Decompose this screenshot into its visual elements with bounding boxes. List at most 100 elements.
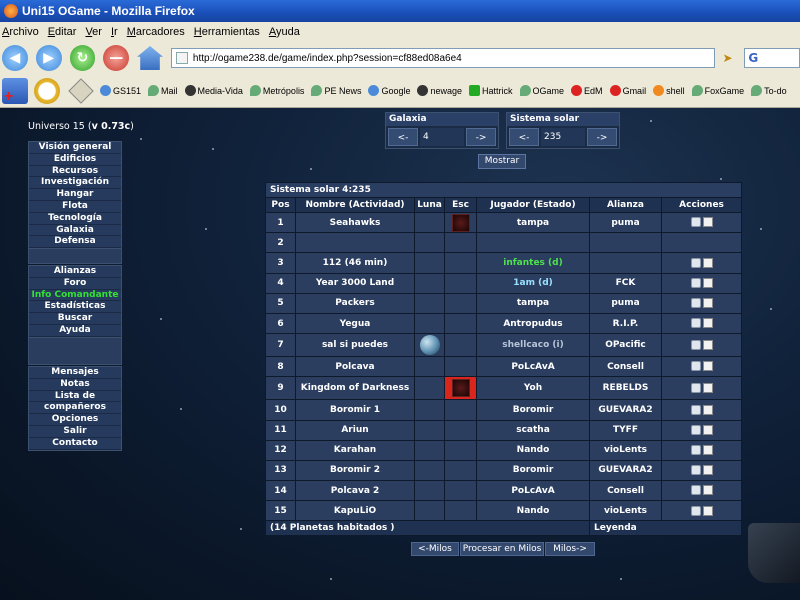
menu-item[interactable]: Ayuda (29, 324, 121, 337)
alliance-cell[interactable]: GUEVARA2 (589, 399, 662, 421)
bookmark-item[interactable]: FoxGame (691, 85, 744, 96)
bookmark-item[interactable]: GS151 (100, 85, 141, 96)
add-bookmark-icon[interactable] (2, 77, 28, 106)
send-message-icon[interactable] (690, 318, 701, 329)
buddy-request-icon[interactable] (702, 318, 713, 329)
player-cell[interactable]: tampa (476, 211, 590, 234)
planet-name-cell[interactable]: Polcava 2 (295, 480, 415, 502)
bookmark-item[interactable]: PE News (311, 85, 361, 96)
moon-icon[interactable] (419, 335, 440, 356)
bookmark-item[interactable]: Gmail (609, 85, 646, 96)
menu-item[interactable]: Recursos (29, 165, 121, 178)
alarm-clock-icon[interactable] (34, 77, 60, 104)
buddy-request-icon[interactable] (702, 465, 713, 476)
alliance-cell[interactable]: FCK (589, 272, 662, 294)
bookmark-item[interactable]: To-do (751, 85, 787, 96)
menu-editar[interactable]: Editar (48, 26, 77, 38)
buddy-request-icon[interactable] (702, 277, 713, 288)
menu-item[interactable]: Flota (29, 200, 121, 213)
menu-item[interactable]: Lista de (29, 390, 121, 403)
planet-name-cell[interactable]: Packers (295, 292, 415, 314)
menu-item[interactable]: Foro (29, 277, 121, 290)
player-cell[interactable]: Nando (476, 500, 590, 522)
bookmark-item[interactable]: Metrópolis (249, 85, 304, 96)
bookmark-item[interactable]: EdM (571, 85, 603, 96)
show-button[interactable]: Mostrar (478, 154, 526, 169)
alliance-cell[interactable]: vioLents (589, 439, 662, 461)
alliance-cell[interactable]: vioLents (589, 500, 662, 522)
debris-field-icon[interactable] (451, 213, 470, 232)
system-input[interactable]: 235 (541, 128, 585, 146)
menu-item[interactable]: Buscar (29, 313, 121, 325)
galaxy-input[interactable]: 4 (420, 128, 464, 146)
send-message-icon[interactable] (690, 298, 701, 309)
player-cell[interactable]: infantes (d) (476, 252, 590, 274)
player-cell[interactable]: Yoh (476, 376, 590, 401)
player-cell[interactable]: 1am (d) (476, 272, 590, 294)
menu-item[interactable]: Investigación (29, 177, 121, 190)
alliance-cell[interactable]: TYFF (589, 419, 662, 441)
process-button[interactable]: Procesar en Milos (460, 542, 544, 556)
alliance-cell[interactable]: OPacific (589, 333, 662, 358)
menu-herramientas[interactable]: Herramientas (194, 26, 260, 38)
back-button[interactable]: ◀ (2, 45, 28, 71)
search-input[interactable]: G (744, 48, 800, 68)
planet-name-cell[interactable]: KapuLiO (295, 500, 415, 522)
planet-name-cell[interactable]: Boromir 1 (295, 399, 415, 421)
menu-ir[interactable]: Ir (111, 26, 118, 38)
buddy-request-icon[interactable] (702, 404, 713, 415)
reload-button[interactable]: ↻ (69, 45, 96, 71)
url-bar[interactable]: http://ogame238.de/game/index.php?sessio… (170, 48, 715, 68)
send-message-icon[interactable] (690, 217, 701, 228)
debris-field-icon[interactable] (451, 379, 470, 398)
menu-item[interactable]: Salir (29, 425, 121, 438)
send-message-icon[interactable] (690, 339, 701, 350)
system-next-button[interactable]: -> (587, 128, 617, 146)
alliance-cell[interactable]: REBELDS (589, 376, 662, 401)
player-cell[interactable]: Boromir (476, 399, 590, 421)
menu-ver[interactable]: Ver (85, 26, 102, 38)
buddy-request-icon[interactable] (702, 257, 713, 268)
menu-item[interactable]: Visión general (29, 142, 121, 154)
planet-name-cell[interactable]: Polcava (295, 356, 415, 378)
menu-item[interactable]: Galaxia (29, 224, 121, 237)
buddy-request-icon[interactable] (702, 383, 713, 394)
bookmark-item[interactable]: Hattrick (469, 85, 513, 96)
menu-item[interactable]: compañeros (29, 402, 121, 415)
galaxy-next-button[interactable]: -> (466, 128, 496, 146)
alliance-cell[interactable]: Consell (589, 480, 662, 502)
send-message-icon[interactable] (690, 424, 701, 435)
bookmark-item[interactable]: Google (368, 85, 410, 96)
send-message-icon[interactable] (690, 485, 701, 496)
alliance-cell[interactable]: puma (589, 211, 662, 234)
player-cell[interactable]: Nando (476, 439, 590, 461)
planet-name-cell[interactable]: Kingdom of Darkness (295, 376, 415, 401)
send-message-icon[interactable] (690, 465, 701, 476)
send-message-icon[interactable] (690, 383, 701, 394)
buddy-request-icon[interactable] (702, 505, 713, 516)
prev-planet-button[interactable]: <-Milos (411, 542, 459, 556)
menu-item[interactable]: Info Comandante (29, 289, 121, 302)
alliance-cell[interactable]: puma (589, 292, 662, 314)
player-cell[interactable]: tampa (476, 292, 590, 314)
home-icon[interactable] (137, 46, 163, 70)
buddy-request-icon[interactable] (702, 298, 713, 309)
buddy-request-icon[interactable] (702, 445, 713, 456)
player-cell[interactable]: Antropudus (476, 312, 590, 335)
stop-button[interactable]: — (103, 45, 130, 71)
planet-name-cell[interactable]: Ariun (295, 419, 415, 441)
alliance-cell[interactable]: GUEVARA2 (589, 459, 662, 482)
buddy-request-icon[interactable] (702, 485, 713, 496)
bookmark-item[interactable]: OGame (519, 85, 564, 96)
menu-item[interactable]: Notas (29, 378, 121, 391)
alliance-cell[interactable]: Consell (589, 356, 662, 378)
send-message-icon[interactable] (690, 361, 701, 372)
menu-item[interactable]: Tecnología (29, 212, 121, 225)
buddy-request-icon[interactable] (702, 217, 713, 228)
bookmark-item[interactable]: Mail (148, 85, 178, 96)
planet-name-cell[interactable]: Boromir 2 (295, 459, 415, 482)
buddy-request-icon[interactable] (702, 339, 713, 350)
send-message-icon[interactable] (690, 404, 701, 415)
menu-item[interactable]: Edificios (29, 153, 121, 166)
buddy-request-icon[interactable] (702, 424, 713, 435)
